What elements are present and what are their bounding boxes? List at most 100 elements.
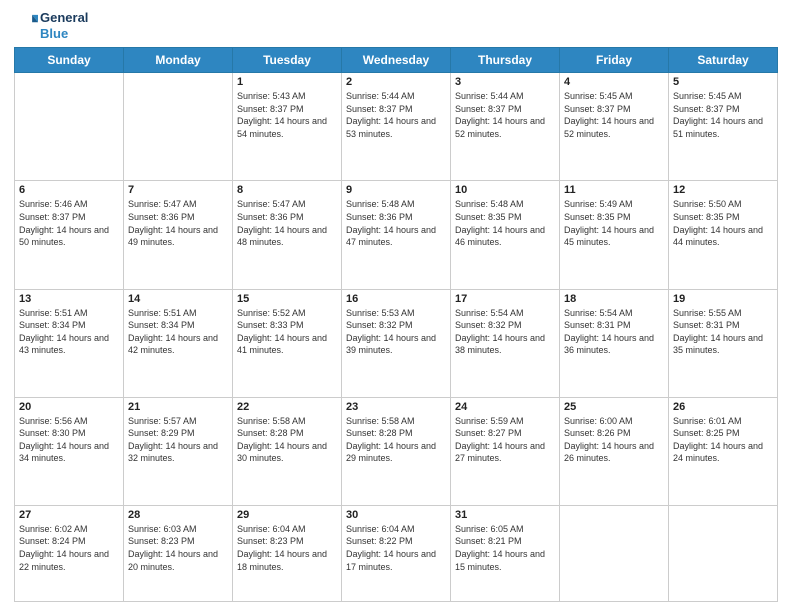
week-row-1: 6Sunrise: 5:46 AMSunset: 8:37 PMDaylight…	[15, 181, 778, 289]
day-info: Sunrise: 5:49 AMSunset: 8:35 PMDaylight:…	[564, 198, 664, 248]
day-cell: 15 Sunrise: 5:52 AMSunset: 8:33 PMDayligh…	[233, 289, 342, 397]
day-info: Sunrise: 5:56 AMSunset: 8:30 PMDaylight:…	[19, 415, 119, 465]
day-number: 1	[237, 76, 337, 88]
day-cell: 27 Sunrise: 6:02 AMSunset: 8:24 PMDayligh…	[15, 505, 124, 601]
day-info: Sunrise: 5:50 AMSunset: 8:35 PMDaylight:…	[673, 198, 773, 248]
day-number: 20	[19, 401, 119, 413]
day-cell: 29 Sunrise: 6:04 AMSunset: 8:23 PMDayligh…	[233, 505, 342, 601]
weekday-friday: Friday	[560, 48, 669, 73]
day-info: Sunrise: 5:44 AMSunset: 8:37 PMDaylight:…	[346, 90, 446, 140]
day-number: 28	[128, 509, 228, 521]
day-info: Sunrise: 5:48 AMSunset: 8:35 PMDaylight:…	[455, 198, 555, 248]
day-cell: 18Sunrise: 5:54 AMSunset: 8:31 PMDayligh…	[560, 289, 669, 397]
day-info: Sunrise: 6:00 AMSunset: 8:26 PMDaylight:…	[564, 415, 664, 465]
day-info: Sunrise: 5:53 AMSunset: 8:32 PMDaylight:…	[346, 307, 446, 357]
logo-icon	[16, 12, 38, 34]
day-cell: 26 Sunrise: 6:01 AMSunset: 8:25 PMDayligh…	[669, 397, 778, 505]
day-info: Sunrise: 5:51 AMSunset: 8:34 PMDaylight:…	[128, 307, 228, 357]
day-info: Sunrise: 5:57 AMSunset: 8:29 PMDaylight:…	[128, 415, 228, 465]
page: General Blue SundayMondayTuesdayWednesda…	[0, 0, 792, 612]
day-info: Sunrise: 5:43 AMSunset: 8:37 PMDaylight:…	[237, 90, 337, 140]
day-info: Sunrise: 5:55 AMSunset: 8:31 PMDaylight:…	[673, 307, 773, 357]
week-row-3: 20 Sunrise: 5:56 AMSunset: 8:30 PMDayligh…	[15, 397, 778, 505]
day-cell: 7Sunrise: 5:47 AMSunset: 8:36 PMDaylight…	[124, 181, 233, 289]
day-number: 19	[673, 293, 773, 305]
day-cell: 28 Sunrise: 6:03 AMSunset: 8:23 PMDayligh…	[124, 505, 233, 601]
weekday-sunday: Sunday	[15, 48, 124, 73]
day-cell: 10Sunrise: 5:48 AMSunset: 8:35 PMDayligh…	[451, 181, 560, 289]
day-number: 15	[237, 293, 337, 305]
weekday-thursday: Thursday	[451, 48, 560, 73]
day-cell: 23Sunrise: 5:58 AMSunset: 8:28 PMDayligh…	[342, 397, 451, 505]
day-cell: 30 Sunrise: 6:04 AMSunset: 8:22 PMDayligh…	[342, 505, 451, 601]
day-cell: 16 Sunrise: 5:53 AMSunset: 8:32 PMDayligh…	[342, 289, 451, 397]
day-number: 23	[346, 401, 446, 413]
day-number: 22	[237, 401, 337, 413]
week-row-4: 27 Sunrise: 6:02 AMSunset: 8:24 PMDayligh…	[15, 505, 778, 601]
logo: General Blue	[14, 10, 88, 41]
day-cell: 17 Sunrise: 5:54 AMSunset: 8:32 PMDayligh…	[451, 289, 560, 397]
day-cell: 14Sunrise: 5:51 AMSunset: 8:34 PMDayligh…	[124, 289, 233, 397]
day-cell: 3Sunrise: 5:44 AMSunset: 8:37 PMDaylight…	[451, 73, 560, 181]
day-cell: 20 Sunrise: 5:56 AMSunset: 8:30 PMDayligh…	[15, 397, 124, 505]
day-info: Sunrise: 6:04 AMSunset: 8:23 PMDaylight:…	[237, 523, 337, 573]
weekday-wednesday: Wednesday	[342, 48, 451, 73]
day-number: 13	[19, 293, 119, 305]
day-number: 30	[346, 509, 446, 521]
day-cell: 12 Sunrise: 5:50 AMSunset: 8:35 PMDayligh…	[669, 181, 778, 289]
day-cell: 1 Sunrise: 5:43 AMSunset: 8:37 PMDaylight…	[233, 73, 342, 181]
day-info: Sunrise: 6:01 AMSunset: 8:25 PMDaylight:…	[673, 415, 773, 465]
day-cell: 24 Sunrise: 5:59 AMSunset: 8:27 PMDayligh…	[451, 397, 560, 505]
day-info: Sunrise: 5:54 AMSunset: 8:32 PMDaylight:…	[455, 307, 555, 357]
day-cell: 6Sunrise: 5:46 AMSunset: 8:37 PMDaylight…	[15, 181, 124, 289]
day-number: 18	[564, 293, 664, 305]
day-number: 8	[237, 184, 337, 196]
day-number: 2	[346, 76, 446, 88]
day-info: Sunrise: 6:05 AMSunset: 8:21 PMDaylight:…	[455, 523, 555, 573]
day-cell: 19 Sunrise: 5:55 AMSunset: 8:31 PMDayligh…	[669, 289, 778, 397]
day-number: 6	[19, 184, 119, 196]
day-number: 4	[564, 76, 664, 88]
day-info: Sunrise: 5:58 AMSunset: 8:28 PMDaylight:…	[237, 415, 337, 465]
day-info: Sunrise: 5:52 AMSunset: 8:33 PMDaylight:…	[237, 307, 337, 357]
day-info: Sunrise: 5:59 AMSunset: 8:27 PMDaylight:…	[455, 415, 555, 465]
day-number: 26	[673, 401, 773, 413]
day-cell: 13Sunrise: 5:51 AMSunset: 8:34 PMDayligh…	[15, 289, 124, 397]
day-info: Sunrise: 5:47 AMSunset: 8:36 PMDaylight:…	[237, 198, 337, 248]
header: General Blue	[14, 10, 778, 41]
day-number: 17	[455, 293, 555, 305]
weekday-header-row: SundayMondayTuesdayWednesdayThursdayFrid…	[15, 48, 778, 73]
day-number: 21	[128, 401, 228, 413]
weekday-saturday: Saturday	[669, 48, 778, 73]
day-info: Sunrise: 6:02 AMSunset: 8:24 PMDaylight:…	[19, 523, 119, 573]
day-cell: 4 Sunrise: 5:45 AMSunset: 8:37 PMDaylight…	[560, 73, 669, 181]
day-number: 12	[673, 184, 773, 196]
day-cell: 5Sunrise: 5:45 AMSunset: 8:37 PMDaylight…	[669, 73, 778, 181]
day-cell	[15, 73, 124, 181]
day-cell	[124, 73, 233, 181]
week-row-2: 13 Sunrise: 5:51 AMSunset: 8:34 PMDayligh…	[15, 289, 778, 397]
day-number: 27	[19, 509, 119, 521]
day-info: Sunrise: 5:45 AMSunset: 8:37 PMDaylight:…	[564, 90, 664, 140]
day-number: 11	[564, 184, 664, 196]
logo-text: General Blue	[40, 10, 88, 41]
weekday-monday: Monday	[124, 48, 233, 73]
day-info: Sunrise: 5:47 AMSunset: 8:36 PMDaylight:…	[128, 198, 228, 248]
day-cell: 25 Sunrise: 6:00 AMSunset: 8:26 PMDayligh…	[560, 397, 669, 505]
day-number: 16	[346, 293, 446, 305]
day-number: 25	[564, 401, 664, 413]
day-info: Sunrise: 6:03 AMSunset: 8:23 PMDaylight:…	[128, 523, 228, 573]
day-cell: 2 Sunrise: 5:44 AMSunset: 8:37 PMDaylight…	[342, 73, 451, 181]
day-number: 24	[455, 401, 555, 413]
day-number: 31	[455, 509, 555, 521]
day-info: Sunrise: 6:04 AMSunset: 8:22 PMDaylight:…	[346, 523, 446, 573]
weekday-tuesday: Tuesday	[233, 48, 342, 73]
day-info: Sunrise: 5:48 AMSunset: 8:36 PMDaylight:…	[346, 198, 446, 248]
day-cell: 21 Sunrise: 5:57 AMSunset: 8:29 PMDayligh…	[124, 397, 233, 505]
day-number: 9	[346, 184, 446, 196]
day-cell: 11 Sunrise: 5:49 AMSunset: 8:35 PMDayligh…	[560, 181, 669, 289]
day-number: 29	[237, 509, 337, 521]
calendar-table: SundayMondayTuesdayWednesdayThursdayFrid…	[14, 47, 778, 602]
day-number: 3	[455, 76, 555, 88]
day-number: 5	[673, 76, 773, 88]
